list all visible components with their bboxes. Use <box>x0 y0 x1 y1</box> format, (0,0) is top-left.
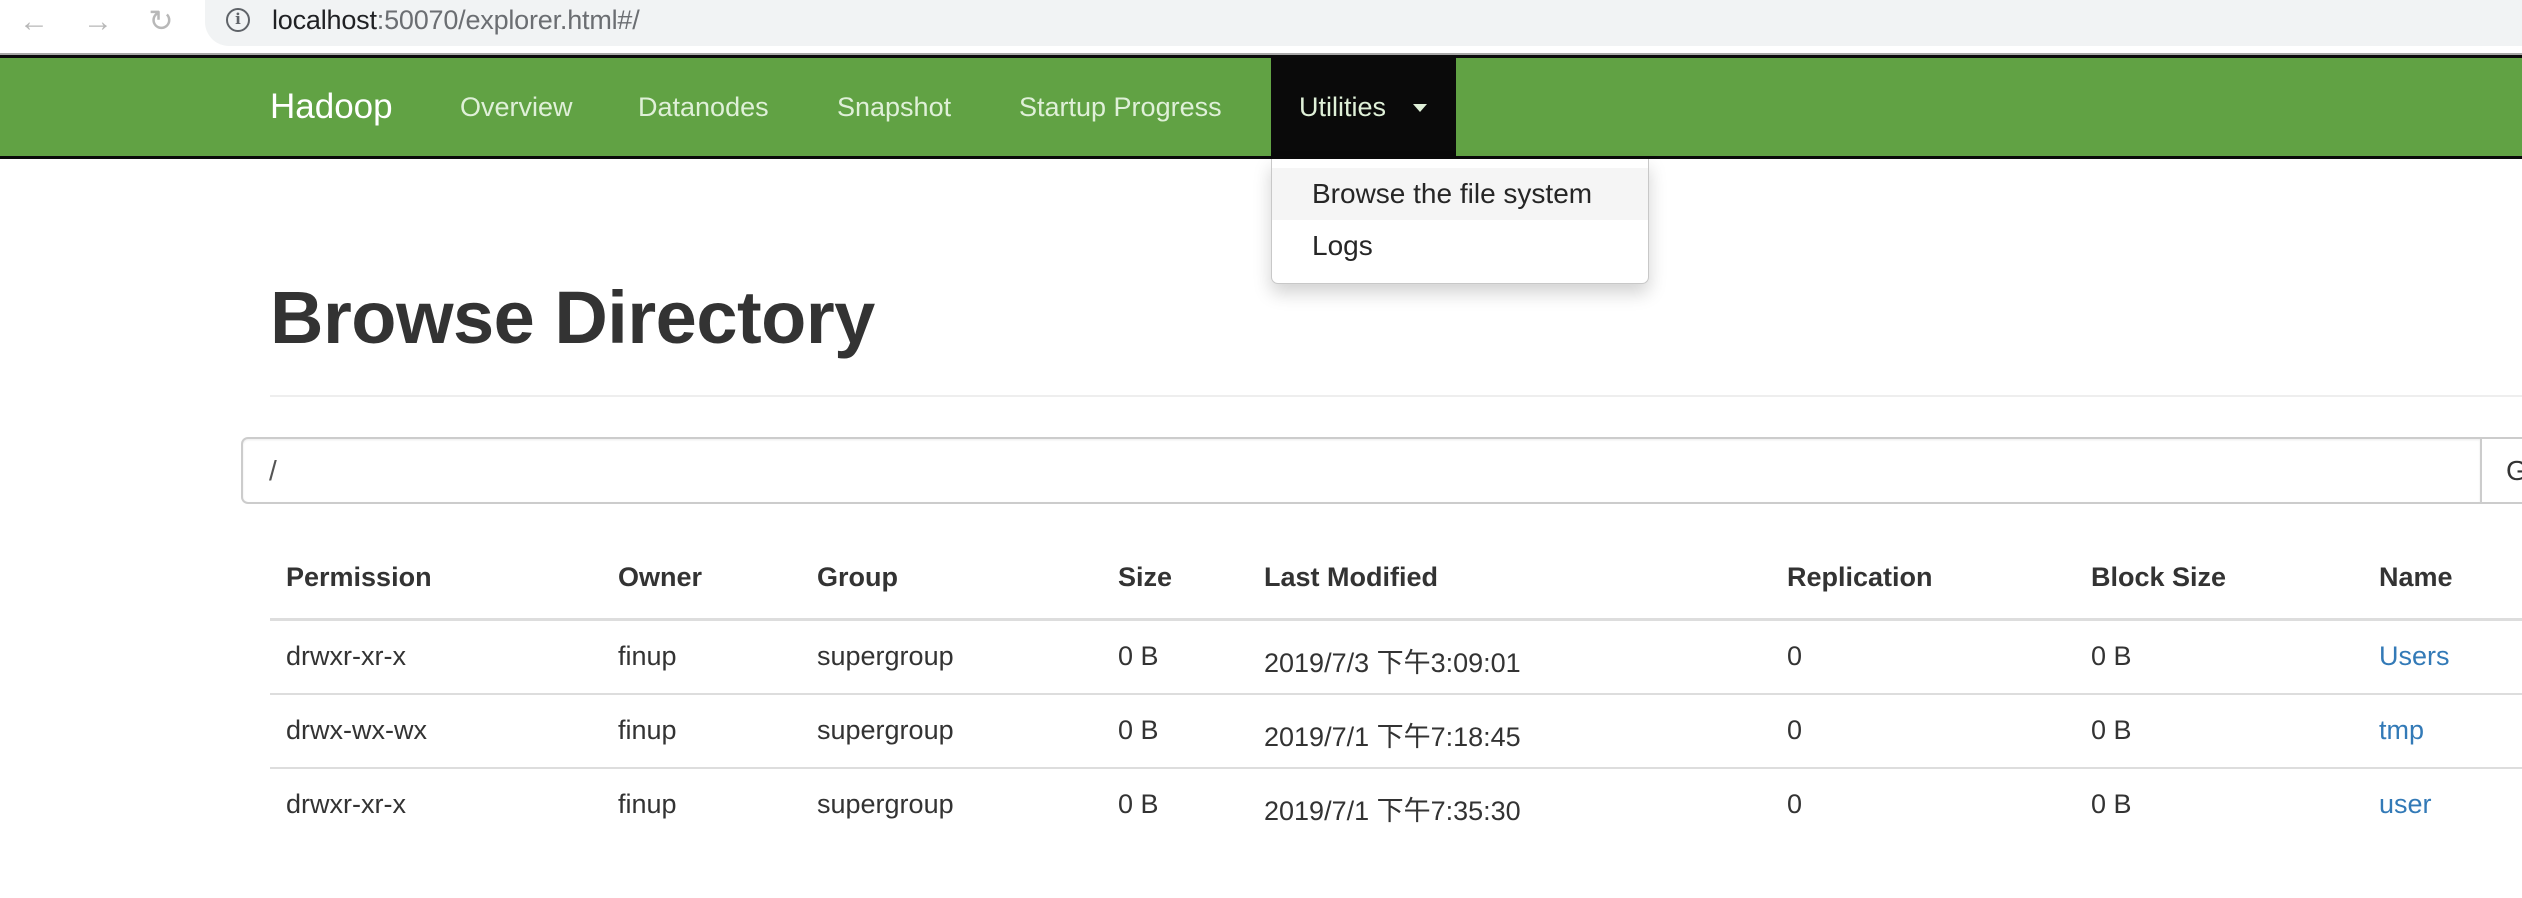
cell-size: 0 B <box>1118 715 1159 745</box>
url-host: localhost <box>272 5 377 35</box>
forward-arrow-icon[interactable]: → <box>80 4 116 40</box>
cell-block-size: 0 B <box>2091 715 2132 745</box>
header-permission[interactable]: Permission <box>286 562 432 593</box>
brand-hadoop[interactable]: Hadoop <box>270 58 393 156</box>
cell-name: Users <box>2379 641 2450 672</box>
table-row: drwxr-xr-x finup supergroup 0 B 2019/7/1… <box>270 769 2522 843</box>
back-arrow-icon[interactable]: ← <box>16 4 52 40</box>
cell-size: 0 B <box>1118 641 1159 671</box>
caret-down-icon <box>1413 104 1427 112</box>
table-header: Permission Owner Group Size Last Modifie… <box>270 540 2522 621</box>
cell-owner: finup <box>618 641 677 671</box>
name-link[interactable]: tmp <box>2379 715 2424 745</box>
header-owner[interactable]: Owner <box>618 562 702 593</box>
cell-replication: 0 <box>1787 789 1803 819</box>
info-icon[interactable]: i <box>226 8 250 32</box>
cell-last-modified: 2019/7/1 下午7:18:45 <box>1264 722 1521 752</box>
go-button[interactable]: Go! <box>2480 437 2522 504</box>
page-title: Browse Directory <box>270 276 875 359</box>
name-link[interactable]: user <box>2379 789 2432 819</box>
url-text[interactable]: localhost:50070/explorer.html#/ <box>272 2 640 38</box>
name-link[interactable]: Users <box>2379 641 2450 671</box>
reload-icon[interactable]: ↻ <box>143 4 179 40</box>
cell-last-modified: 2019/7/3 下午3:09:01 <box>1264 648 1521 678</box>
header-last-modified[interactable]: Last Modified <box>1264 562 1438 593</box>
header-replication[interactable]: Replication <box>1787 562 1933 593</box>
nav-utilities[interactable]: Utilities <box>1271 58 1456 156</box>
navbar: Hadoop Overview Datanodes Snapshot Start… <box>0 55 2522 159</box>
cell-size: 0 B <box>1118 789 1159 819</box>
cell-owner: finup <box>618 715 677 745</box>
cell-name: tmp <box>2379 715 2424 746</box>
header-name[interactable]: Name <box>2379 562 2453 593</box>
cell-block-size: 0 B <box>2091 641 2132 671</box>
header-block-size[interactable]: Block Size <box>2091 562 2226 593</box>
cell-name: user <box>2379 789 2432 820</box>
cell-replication: 0 <box>1787 641 1803 671</box>
header-size[interactable]: Size <box>1118 562 1172 593</box>
nav-snapshot[interactable]: Snapshot <box>837 58 951 156</box>
cell-group: supergroup <box>817 789 954 819</box>
nav-overview[interactable]: Overview <box>460 58 573 156</box>
cell-replication: 0 <box>1787 715 1803 745</box>
table-row: drwx-wx-wx finup supergroup 0 B 2019/7/1… <box>270 695 2522 769</box>
directory-path-input[interactable] <box>241 437 2482 504</box>
menu-item-logs[interactable]: Logs <box>1272 220 1648 272</box>
cell-last-modified: 2019/7/1 下午7:35:30 <box>1264 796 1521 826</box>
nav-startup-progress[interactable]: Startup Progress <box>1019 58 1222 156</box>
cell-permission: drwxr-xr-x <box>286 789 406 819</box>
title-divider <box>270 395 2522 397</box>
cell-permission: drwx-wx-wx <box>286 715 427 745</box>
browser-toolbar: ← → ↻ i localhost:50070/explorer.html#/ <box>0 0 2522 55</box>
nav-datanodes[interactable]: Datanodes <box>638 58 769 156</box>
url-path: :50070/explorer.html#/ <box>376 5 640 35</box>
menu-item-browse-file-system[interactable]: Browse the file system <box>1272 168 1648 220</box>
table-row: drwxr-xr-x finup supergroup 0 B 2019/7/3… <box>270 621 2522 695</box>
cell-permission: drwxr-xr-x <box>286 641 406 671</box>
cell-group: supergroup <box>817 715 954 745</box>
cell-block-size: 0 B <box>2091 789 2132 819</box>
utilities-dropdown-menu: Browse the file system Logs <box>1271 159 1649 284</box>
header-group[interactable]: Group <box>817 562 898 593</box>
nav-utilities-label: Utilities <box>1299 92 1387 122</box>
cell-owner: finup <box>618 789 677 819</box>
cell-group: supergroup <box>817 641 954 671</box>
